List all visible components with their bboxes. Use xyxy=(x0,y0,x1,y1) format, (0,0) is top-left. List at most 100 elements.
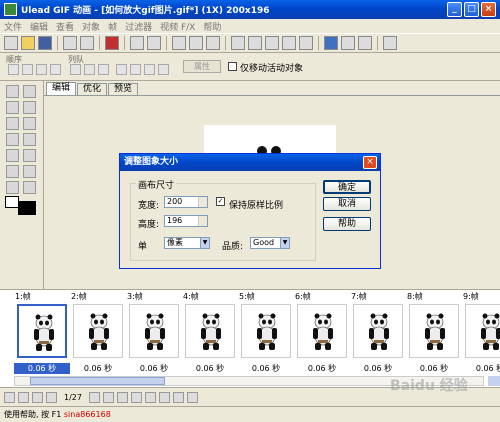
ok-button[interactable]: 确定 xyxy=(323,180,371,194)
send-back-icon[interactable] xyxy=(50,64,61,75)
frame-item[interactable]: 9:帧 0.06 秒 xyxy=(462,290,500,386)
align-center-icon[interactable] xyxy=(84,64,95,75)
frame-item[interactable]: 7:帧 0.06 秒 xyxy=(350,290,406,386)
unit-select[interactable]: 像素 ▼ xyxy=(164,237,210,249)
eyedropper-icon[interactable] xyxy=(6,165,19,178)
attributes-button[interactable]: 属性 xyxy=(183,60,221,73)
maximize-button[interactable]: □ xyxy=(464,2,479,17)
resize-icon[interactable] xyxy=(265,36,279,50)
color-fill-icon[interactable] xyxy=(105,36,119,50)
help-button[interactable]: 帮助 xyxy=(323,217,371,231)
stop-icon[interactable] xyxy=(18,391,29,403)
height-input[interactable]: 196 xyxy=(164,215,208,227)
delete-icon[interactable] xyxy=(282,36,296,50)
background-color-swatch[interactable] xyxy=(18,201,36,215)
tab-preview[interactable]: 预览 xyxy=(108,83,139,95)
close-button[interactable]: × xyxy=(481,2,496,17)
text-icon[interactable] xyxy=(6,101,19,114)
add-frame-icon[interactable] xyxy=(116,391,128,403)
frame-delay[interactable]: 0.06 秒 xyxy=(126,363,182,374)
menu-help[interactable]: 帮助 xyxy=(203,20,221,33)
frame-thumbnail[interactable] xyxy=(185,304,235,358)
frame-icon[interactable] xyxy=(231,36,245,50)
frame-delay[interactable]: 0.06 秒 xyxy=(406,363,462,374)
minimize-button[interactable]: _ xyxy=(447,2,462,17)
frame-delay[interactable]: 0.06 秒 xyxy=(70,363,126,374)
frame-thumbnail[interactable] xyxy=(241,304,291,358)
frame-delay[interactable]: 0.06 秒 xyxy=(462,363,500,374)
keep-ratio-checkbox[interactable]: ✓ xyxy=(216,197,225,206)
bring-forward-icon[interactable] xyxy=(22,64,33,75)
first-frame-icon[interactable] xyxy=(32,391,43,403)
eraser-icon[interactable] xyxy=(6,133,19,146)
reverse-icon[interactable] xyxy=(172,391,184,403)
add-video-icon[interactable] xyxy=(80,36,94,50)
redo-icon[interactable] xyxy=(147,36,161,50)
globe-icon[interactable] xyxy=(324,36,338,50)
menu-view[interactable]: 查看 xyxy=(56,20,74,33)
last-frame-icon[interactable] xyxy=(102,391,114,403)
menu-video-fx[interactable]: 视频 F/X xyxy=(160,20,195,33)
properties-icon[interactable] xyxy=(186,391,198,403)
bring-front-icon[interactable] xyxy=(8,64,19,75)
width-spinner-icon[interactable] xyxy=(198,197,207,207)
play-icon[interactable] xyxy=(4,391,15,403)
menu-frame[interactable]: 帧 xyxy=(108,20,117,33)
grid-icon[interactable] xyxy=(299,36,313,50)
width-input[interactable]: 200 xyxy=(164,196,208,208)
align-bottom-icon[interactable] xyxy=(144,64,155,75)
foreground-color-swatch[interactable] xyxy=(5,196,19,208)
copy-icon[interactable] xyxy=(189,36,203,50)
frame-delay[interactable]: 0.06 秒 xyxy=(182,363,238,374)
next-frame-icon[interactable] xyxy=(88,391,100,403)
frame-delay[interactable]: 0.06 秒 xyxy=(238,363,294,374)
align-top-icon[interactable] xyxy=(116,64,127,75)
paste-icon[interactable] xyxy=(206,36,220,50)
pointer-icon[interactable] xyxy=(6,85,19,98)
frame-thumbnail[interactable] xyxy=(465,304,500,358)
optimize-icon[interactable] xyxy=(341,36,355,50)
tab-edit[interactable]: 编辑 xyxy=(46,82,77,95)
cut-icon[interactable] xyxy=(172,36,186,50)
align-middle-icon[interactable] xyxy=(130,64,141,75)
lasso-icon[interactable] xyxy=(23,117,36,130)
zoom-out-icon[interactable] xyxy=(23,181,36,194)
align-left-icon[interactable] xyxy=(70,64,81,75)
frame-item[interactable]: 2:帧 0.06 秒 xyxy=(70,290,126,386)
dialog-close-button[interactable]: × xyxy=(363,156,377,169)
crop-tool-icon[interactable] xyxy=(23,149,36,162)
magic-wand-icon[interactable] xyxy=(23,101,36,114)
brush-icon[interactable] xyxy=(6,117,19,130)
menu-file[interactable]: 文件 xyxy=(4,20,22,33)
frame-scrollbar-thumb[interactable] xyxy=(30,377,165,385)
send-backward-icon[interactable] xyxy=(36,64,47,75)
undo-icon[interactable] xyxy=(130,36,144,50)
cancel-button[interactable]: 取消 xyxy=(323,197,371,211)
preview-icon[interactable] xyxy=(358,36,372,50)
frame-thumbnail[interactable] xyxy=(353,304,403,358)
actual-size-icon[interactable] xyxy=(23,165,36,178)
frame-thumbnail[interactable] xyxy=(409,304,459,358)
quality-select[interactable]: Good ▼ xyxy=(250,237,290,249)
frame-thumbnail[interactable] xyxy=(17,304,67,358)
crop-icon[interactable] xyxy=(248,36,262,50)
save-icon[interactable] xyxy=(38,36,52,50)
frame-delay[interactable]: 0.06 秒 xyxy=(294,363,350,374)
tab-optimize[interactable]: 优化 xyxy=(77,83,108,95)
frame-item[interactable]: 6:帧 0.06 秒 xyxy=(294,290,350,386)
select-icon[interactable] xyxy=(23,85,36,98)
help-icon[interactable] xyxy=(383,36,397,50)
duplicate-frame-icon[interactable] xyxy=(130,391,142,403)
move-only-active-checkbox[interactable] xyxy=(228,62,237,71)
add-image-icon[interactable] xyxy=(63,36,77,50)
height-spinner-icon[interactable] xyxy=(198,216,207,226)
zoom-in-icon[interactable] xyxy=(6,181,19,194)
frame-item[interactable]: 4:帧 0.06 秒 xyxy=(182,290,238,386)
frame-item[interactable]: 5:帧 0.06 秒 xyxy=(238,290,294,386)
prev-frame-icon[interactable] xyxy=(46,391,57,403)
menu-object[interactable]: 对象 xyxy=(82,20,100,33)
frame-item[interactable]: 8:帧 0.06 秒 xyxy=(406,290,462,386)
distribute-icon[interactable] xyxy=(158,64,169,75)
scroll-right-icon[interactable] xyxy=(488,376,500,386)
frame-thumbnail[interactable] xyxy=(73,304,123,358)
